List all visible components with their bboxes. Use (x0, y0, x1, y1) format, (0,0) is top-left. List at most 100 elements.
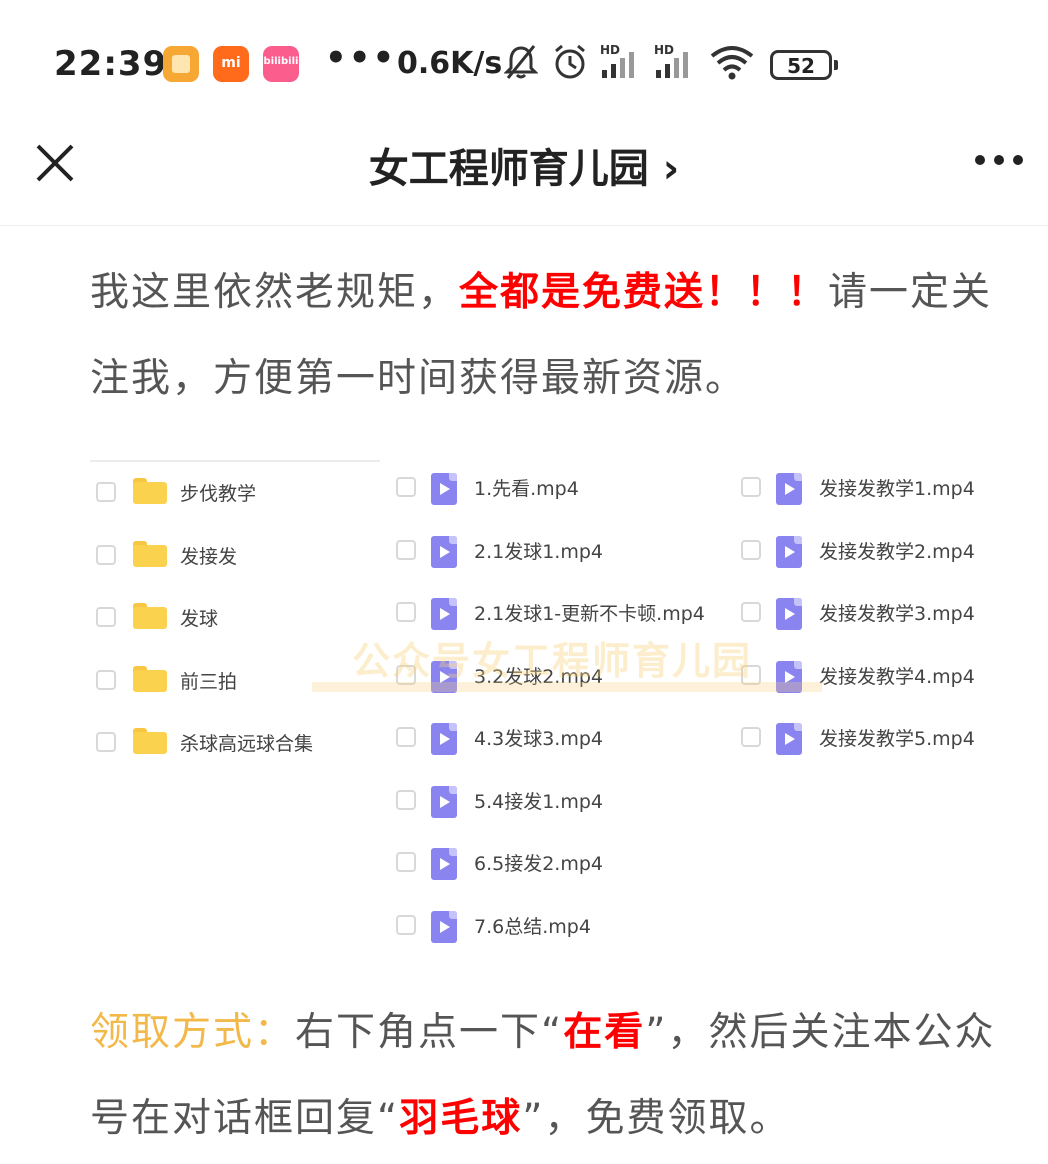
hd-signal-icon: HD (600, 43, 634, 78)
video-row: 发接发教学5.mp4 (735, 710, 1000, 773)
wifi-icon (710, 46, 754, 80)
video-row: 6.5接发2.mp4 (390, 835, 730, 898)
hd-signal-icon-2: HD (654, 43, 688, 78)
video-file-icon (776, 598, 802, 630)
video-name: 发接发教学1.mp4 (819, 478, 975, 500)
folder-row: 发接发 (90, 523, 380, 586)
checkbox-icon (741, 664, 761, 685)
checkbox-icon (96, 607, 116, 627)
mute-bell-icon (504, 45, 538, 79)
svg-text:HD: HD (600, 43, 620, 57)
video-row: 4.3发球3.mp4 (390, 710, 730, 773)
folder-column: 步伐教学 发接发 发球 前三拍 杀球高远球合集 (90, 460, 380, 773)
video-file-icon (431, 660, 457, 693)
more-options-icon[interactable] (972, 140, 1026, 180)
zaikan-highlight: 在看 (563, 1010, 646, 1055)
video-name: 发接发教学3.mp4 (819, 603, 975, 625)
status-overflow: ••• (325, 38, 397, 78)
video-name: 7.6总结.mp4 (474, 915, 591, 938)
video-row: 1.先看.mp4 (390, 460, 730, 523)
video-row: 5.4接发1.mp4 (390, 773, 730, 836)
account-name: 女工程师育儿园 (368, 146, 649, 192)
folder-row: 发球 (90, 585, 380, 648)
video-file-icon (431, 785, 457, 818)
video-name: 4.3发球3.mp4 (474, 728, 604, 750)
video-name: 2.1发球1-更新不卡顿.mp4 (474, 603, 705, 625)
checkbox-icon (96, 544, 116, 565)
video-name: 发接发教学5.mp4 (819, 728, 975, 750)
checkbox-icon (396, 789, 416, 810)
chevron-right-icon: › (662, 146, 680, 192)
howto-label: 领取方式： (90, 1010, 296, 1055)
checkbox-icon (396, 852, 416, 872)
checkbox-icon (741, 727, 761, 747)
video-name: 3.2发球2.mp4 (474, 665, 604, 688)
keyword-highlight: 羽毛球 (399, 1096, 523, 1141)
howto-text-a: 右下角点一下“ (295, 1010, 564, 1055)
video-file-icon (776, 723, 802, 755)
folder-row: 前三拍 (90, 648, 380, 711)
checkbox-icon (396, 539, 416, 560)
folder-name: 发球 (180, 608, 219, 630)
top-nav-bar: 女工程师育儿园 › (0, 120, 1048, 226)
howto-text-c: ”，免费领取。 (522, 1096, 791, 1141)
folder-row: 步伐教学 (90, 460, 380, 523)
svg-text:HD: HD (654, 43, 674, 57)
video-row: 发接发教学2.mp4 (735, 523, 1000, 586)
checkbox-icon (741, 477, 761, 497)
folder-row: 杀球高远球合集 (90, 710, 380, 773)
video-name: 1.先看.mp4 (474, 478, 579, 500)
video-name: 2.1发球1.mp4 (474, 540, 604, 563)
article-paragraph-intro: 我这里依然老规矩，全都是免费送！！！请一定关注我，方便第一时间获得最新资源。 (90, 250, 1000, 422)
folder-icon (133, 540, 167, 567)
mi-store-icon: mi (213, 46, 249, 82)
checkbox-icon (396, 914, 416, 935)
video-file-icon (776, 473, 802, 505)
video-file-icon (431, 848, 457, 880)
checkbox-icon (396, 727, 416, 747)
video-name: 发接发教学4.mp4 (819, 665, 975, 688)
folder-icon (133, 478, 167, 504)
checkbox-icon (396, 477, 416, 497)
checkbox-icon (741, 602, 761, 622)
video-name: 6.5接发2.mp4 (474, 853, 604, 875)
article-paragraph-howto: 领取方式：右下角点一下“在看”，然后关注本公众号在对话框回复“羽毛球”，免费领取… (90, 990, 1000, 1162)
video-row: 发接发教学4.mp4 (735, 648, 1000, 711)
video-row: 2.1发球1-更新不卡顿.mp4 (390, 585, 730, 648)
network-speed: 0.6K/s (397, 46, 503, 81)
video-row: 发接发教学3.mp4 (735, 585, 1000, 648)
video-file-icon (431, 598, 457, 630)
folder-name: 前三拍 (180, 670, 238, 693)
account-title[interactable]: 女工程师育儿园 › (0, 136, 1048, 194)
folder-icon (133, 603, 167, 629)
folder-icon (133, 665, 167, 692)
folder-name: 发接发 (180, 545, 238, 568)
checkbox-icon (96, 482, 116, 502)
notification-app-icon (163, 46, 199, 82)
video-name: 发接发教学2.mp4 (819, 540, 975, 563)
video-row: 7.6总结.mp4 (390, 898, 730, 961)
checkbox-icon (396, 664, 416, 685)
status-bar: 22:39 mi bilibili ••• 0.6K/s HD HD 52 (0, 0, 1048, 120)
bilibili-icon: bilibili (263, 46, 299, 82)
video-row: 发接发教学1.mp4 (735, 460, 1000, 523)
video-row: 3.2发球2.mp4 (390, 648, 730, 711)
folder-name: 杀球高远球合集 (180, 733, 314, 755)
status-time: 22:39 (54, 44, 168, 84)
video-file-icon (776, 660, 802, 693)
folder-icon (133, 728, 167, 754)
checkbox-icon (96, 732, 116, 752)
file-listing-image: 步伐教学 发接发 发球 前三拍 杀球高远球合集 1.先看.mp4 2.1发球1.… (90, 460, 1000, 950)
video-file-icon (776, 535, 802, 568)
free-highlight: 全都是免费送！！！ (459, 270, 829, 315)
video-row: 2.1发球1.mp4 (390, 523, 730, 586)
folder-name: 步伐教学 (180, 483, 257, 505)
alarm-icon (555, 44, 585, 79)
video-file-icon (431, 723, 457, 755)
intro-text: 我这里依然老规矩， (90, 270, 460, 315)
video-file-icon (431, 473, 457, 505)
video-file-icon (431, 535, 457, 568)
video-file-icon (431, 910, 457, 943)
checkbox-icon (96, 669, 116, 690)
checkbox-icon (741, 539, 761, 560)
